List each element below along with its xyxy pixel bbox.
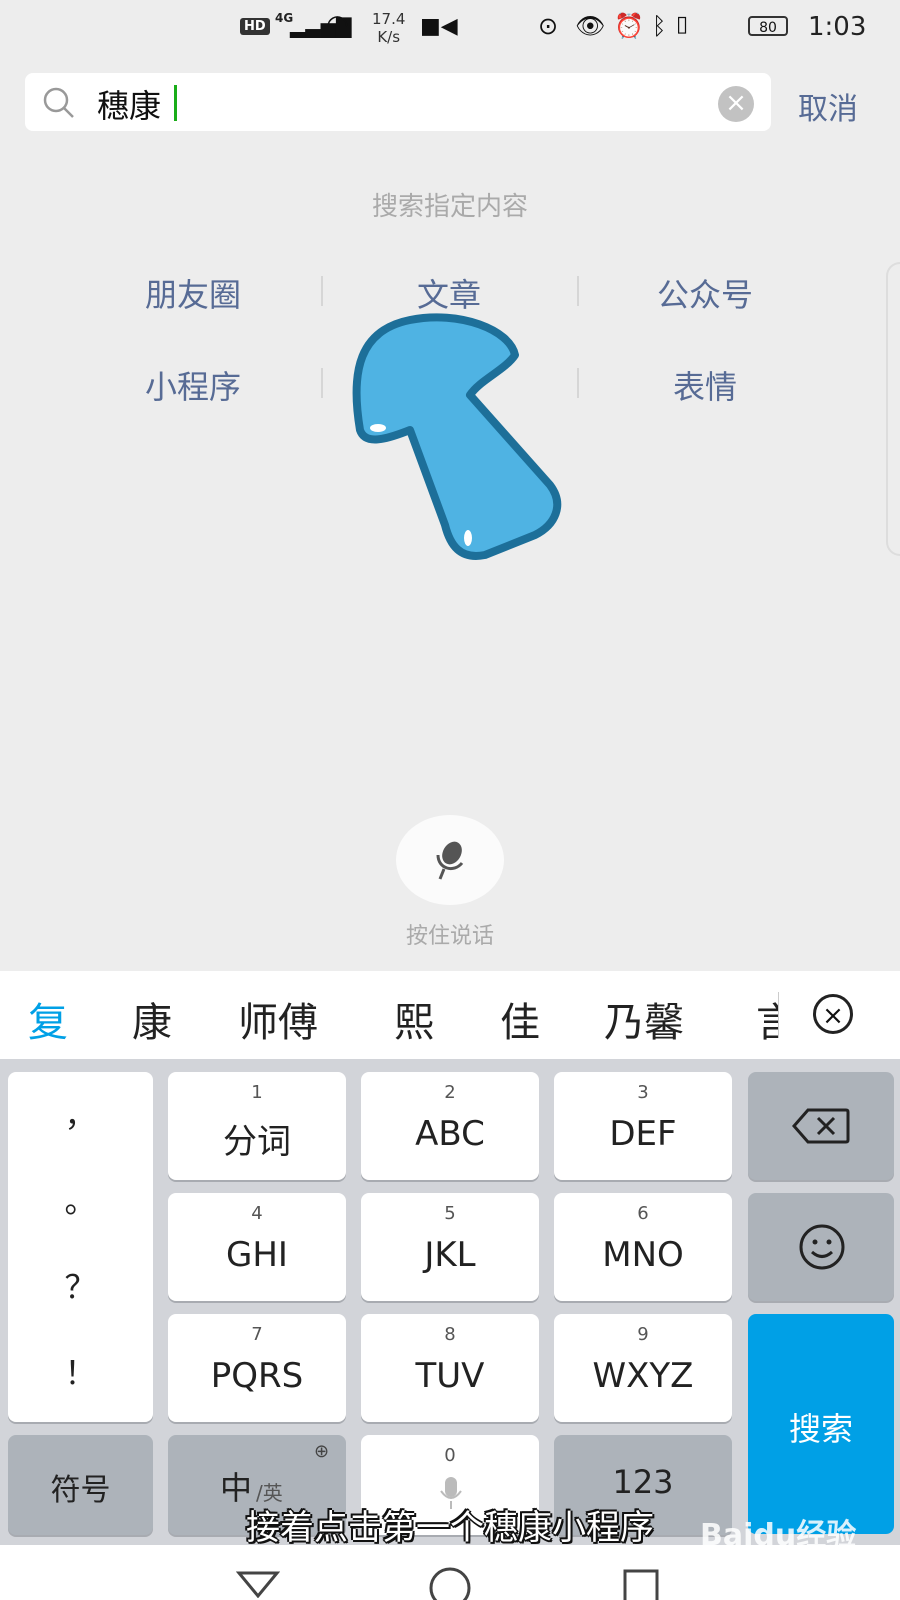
key-number: 2 [444,1082,456,1103]
key-4[interactable]: 4 GHI [168,1193,346,1301]
search-field[interactable]: 穗康 [25,73,771,131]
divider [321,368,323,398]
emoji-icon [799,1224,845,1270]
recent-apps-icon[interactable] [622,1568,660,1600]
battery-icon: 80 [748,16,788,36]
candidate-separator [778,992,779,1038]
net-speed-value: 17.4 [372,10,406,28]
key-label: JKL [424,1235,476,1275]
search-hint: 搜索指定内容 [371,192,528,222]
punctuation-key[interactable]: ， 。 ？ ！ [8,1072,153,1422]
key-6[interactable]: 6 MNO [554,1193,732,1301]
video-icon: ■◀ [420,14,458,39]
key-number: 0 [444,1445,456,1466]
divider [321,276,323,306]
key-1[interactable]: 1 分词 [168,1072,346,1180]
key-number: 9 [637,1324,649,1345]
voice-label: 按住说话 [405,924,494,949]
emoji-key[interactable] [748,1193,894,1301]
candidate-word[interactable]: 乃馨 [604,990,684,1048]
category-mini-programs[interactable]: 小程序 [68,362,318,408]
candidate-word[interactable]: 熙 [394,990,434,1048]
category-official-accounts[interactable]: 公众号 [580,270,830,316]
number-key-label: 123 [612,1463,674,1501]
key-number: 1 [251,1082,263,1103]
key-number: 5 [444,1203,456,1224]
key-3[interactable]: 3 DEF [554,1072,732,1180]
key-label: 分词 [223,1122,291,1162]
data-saver-icon: ⊙ [538,12,559,40]
punct-question[interactable]: ？ [8,1262,153,1308]
vibrate-icon: ▯ [676,12,689,37]
home-icon[interactable] [428,1566,472,1600]
punct-comma[interactable]: ， [8,1090,153,1136]
backspace-key[interactable] [748,1072,894,1180]
clear-icon[interactable]: × [718,86,754,122]
globe-icon: ⊕ [314,1441,330,1462]
candidate-word[interactable]: 康 [132,990,172,1048]
key-7[interactable]: 7 PQRS [168,1314,346,1422]
key-label: WXYZ [592,1356,694,1396]
search-input[interactable]: 穗康 [97,81,161,127]
watermark-url: jingyan.baidu.com [690,1556,829,1574]
status-bar: HD 4G ▂▃▅▇ ◠ 17.4 K/s ■◀ ⊙ 👁 ⏰ ᛒ ▯ 80 1:… [0,0,900,56]
key-number: 7 [251,1324,263,1345]
net-speed: 17.4 K/s [372,10,405,46]
candidate-word[interactable]: 师傅 [238,990,318,1048]
bluetooth-icon: ᛒ [652,12,667,40]
text-cursor [174,85,177,121]
alarm-icon: ⏰ [614,12,644,40]
clock: 1:03 [808,12,867,42]
key-5[interactable]: 5 JKL [361,1193,539,1301]
punct-exclamation[interactable]: ！ [8,1348,153,1394]
microphone-icon [436,841,464,880]
category-moments[interactable]: 朋友圈 [68,270,318,316]
key-2[interactable]: 2 ABC [361,1072,539,1180]
key-9[interactable]: 9 WXYZ [554,1314,732,1422]
category-stickers[interactable]: 表情 [580,362,830,408]
backspace-icon [792,1108,850,1144]
search-key-label: 搜索 [788,1410,853,1448]
divider [577,276,579,306]
candidate-word[interactable]: 复 [28,990,68,1048]
voice-button[interactable] [396,815,504,905]
wifi-icon: ◠ [326,10,349,40]
punct-period[interactable]: 。 [8,1176,153,1222]
cancel-button[interactable]: 取消 [798,84,858,128]
back-icon[interactable] [236,1570,280,1598]
scroll-indicator [886,262,900,556]
key-label: TUV [415,1356,485,1396]
key-number: 3 [637,1082,649,1103]
key-number: 8 [444,1324,456,1345]
close-icon[interactable]: × [813,994,853,1034]
search-icon [43,87,74,118]
key-number: 6 [637,1203,649,1224]
pointer-arrow-icon [352,313,562,560]
watermark-logo: Baidu经验 [700,1518,857,1553]
key-label: GHI [226,1235,288,1275]
key-label: ABC [415,1114,485,1154]
key-number: 4 [251,1203,263,1224]
hd-indicator: HD [240,18,270,35]
key-8[interactable]: 8 TUV [361,1314,539,1422]
eye-icon: 👁 [575,12,606,40]
candidate-word[interactable]: 佳 [500,990,540,1048]
key-label: DEF [609,1114,677,1154]
net-speed-unit: K/s [377,28,401,46]
key-label: MNO [602,1235,684,1275]
key-label: PQRS [210,1356,304,1396]
candidate-word[interactable]: 言 [756,990,778,1048]
